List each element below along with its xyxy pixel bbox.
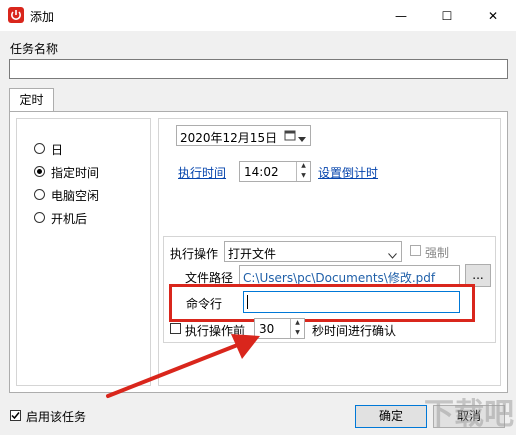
enable-task-checkbox[interactable]: [10, 410, 21, 421]
action-label: 执行操作: [170, 247, 219, 261]
watermark-logo: 下载吧: [424, 397, 514, 432]
calendar-icon: [284, 129, 296, 144]
spin-up-icon[interactable]: ▲: [291, 319, 304, 329]
minimize-button[interactable]: —: [378, 0, 424, 31]
time-spin-buttons[interactable]: ▲ ▼: [296, 162, 310, 181]
seconds-spin-buttons[interactable]: ▲ ▼: [290, 319, 304, 338]
action-selected: 打开文件: [228, 247, 277, 261]
radio-day[interactable]: 日: [34, 141, 144, 157]
close-button[interactable]: ✕: [470, 0, 516, 31]
window-title: 添加: [30, 10, 55, 24]
radio-circle: [34, 143, 45, 154]
close-icon: ✕: [487, 8, 499, 23]
time-value: 14:02: [244, 165, 279, 179]
date-value: 2020年12月15日: [180, 131, 278, 145]
radio-circle: [34, 166, 45, 177]
maximize-button[interactable]: ☐: [424, 0, 470, 31]
radio-label: 指定时间: [51, 166, 100, 180]
highlight-frame: [169, 284, 475, 322]
confirm-suffix-label: 秒时间进行确认: [312, 324, 397, 338]
force-label: 强制: [425, 246, 450, 260]
date-picker[interactable]: 2020年12月15日: [176, 125, 311, 146]
radio-label: 电脑空闲: [51, 189, 100, 203]
radio-label: 日: [51, 143, 64, 157]
radio-specified-time[interactable]: 指定时间: [34, 164, 144, 180]
task-name-input[interactable]: [9, 59, 508, 79]
ok-button[interactable]: 确定: [355, 405, 427, 428]
chevron-down-icon: [388, 248, 397, 262]
checkmark-icon: [11, 412, 20, 420]
radio-label: 开机后: [51, 212, 88, 226]
title-bar: 添加 — ☐ ✕: [0, 0, 516, 31]
time-stepper[interactable]: 14:02 ▲ ▼: [239, 161, 311, 182]
exec-time-link[interactable]: 执行时间: [178, 164, 226, 181]
chevron-down-icon: [298, 132, 306, 146]
set-countdown-link[interactable]: 设置倒计时: [318, 164, 378, 181]
radio-pc-idle[interactable]: 电脑空闲: [34, 187, 144, 203]
maximize-icon: ☐: [441, 8, 453, 23]
radio-after-boot[interactable]: 开机后: [34, 210, 144, 226]
annotation-arrow-icon: [106, 334, 260, 398]
force-checkbox[interactable]: [410, 245, 421, 256]
task-name-label: 任务名称: [10, 42, 59, 56]
tab-schedule[interactable]: 定时: [9, 88, 54, 112]
radio-circle: [34, 212, 45, 223]
spin-down-icon[interactable]: ▼: [297, 172, 310, 182]
minimize-icon: —: [395, 8, 407, 23]
action-select[interactable]: 打开文件: [224, 241, 402, 262]
file-path-input[interactable]: C:\Users\pc\Documents\修改.pdf: [239, 265, 460, 286]
spin-down-icon[interactable]: ▼: [291, 329, 304, 339]
app-power-icon: [8, 7, 24, 23]
enable-task-label: 启用该任务: [26, 410, 87, 424]
radio-circle: [34, 189, 45, 200]
spin-up-icon[interactable]: ▲: [297, 162, 310, 172]
